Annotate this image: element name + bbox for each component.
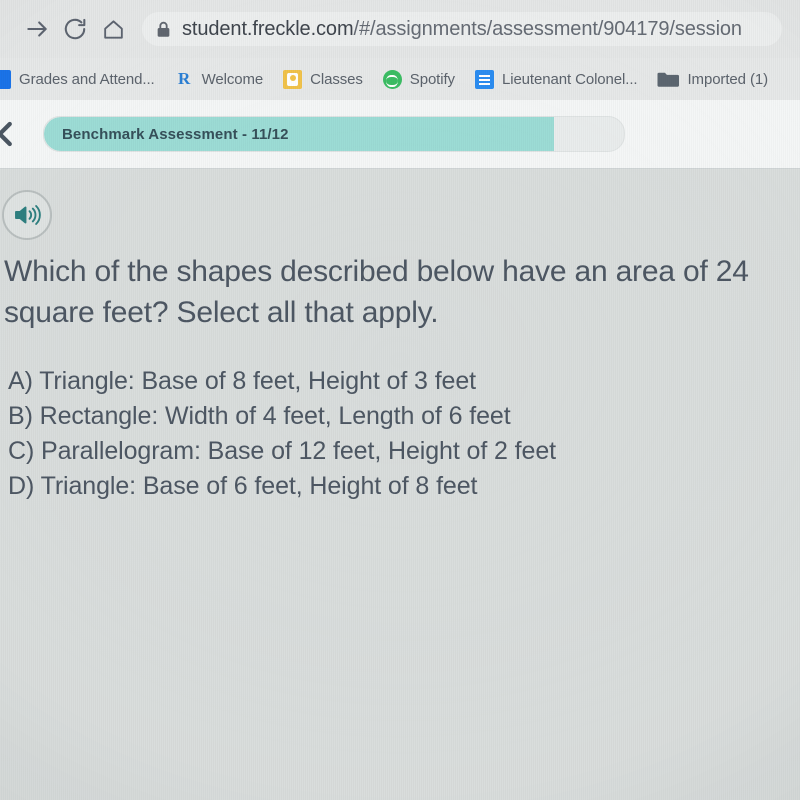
bookmark-label: Lieutenant Colonel... xyxy=(501,70,638,88)
address-bar[interactable]: student.freckle.com/#/assignments/assess… xyxy=(142,12,782,46)
spotify-favicon xyxy=(382,69,402,89)
back-chevron-icon[interactable] xyxy=(0,119,26,149)
browser-chrome: student.freckle.com/#/assignments/assess… xyxy=(0,0,800,58)
lock-icon xyxy=(156,21,171,38)
option-c: C) Parallelogram: Base of 12 feet, Heigh… xyxy=(8,437,556,465)
browser-toolbar: student.freckle.com/#/assignments/assess… xyxy=(0,0,800,58)
google-docs-favicon xyxy=(474,69,494,89)
grades-favicon xyxy=(0,69,11,89)
assessment-progress-bar: Benchmark Assessment - 11/12 xyxy=(43,116,625,152)
bookmark-label: Imported (1) xyxy=(687,70,768,88)
freckle-favicon: R xyxy=(177,69,191,88)
question-options: A) Triangle: Base of 8 feet, Height of 3… xyxy=(8,364,788,504)
screen: student.freckle.com/#/assignments/assess… xyxy=(0,0,800,800)
bookmark-spotify[interactable]: Spotify xyxy=(382,69,455,89)
assessment-header: Benchmark Assessment - 11/12 xyxy=(0,100,800,169)
bookmark-label: Welcome xyxy=(201,70,264,88)
bookmark-lieutenant-colonel[interactable]: Lieutenant Colonel... xyxy=(474,69,638,89)
url-text: student.freckle.com/#/assignments/assess… xyxy=(182,18,742,41)
classes-favicon xyxy=(283,69,303,89)
url-path: /#/assignments/assessment/904179/session xyxy=(353,17,743,40)
url-host: student.freckle.com xyxy=(182,17,354,40)
question-content: Which of the shapes described below have… xyxy=(0,169,800,800)
home-icon[interactable] xyxy=(94,10,132,48)
bookmark-welcome[interactable]: R Welcome xyxy=(175,69,264,89)
bookmarks-bar: Grades and Attend... R Welcome Classes S… xyxy=(0,58,800,101)
bookmark-label: Grades and Attend... xyxy=(19,70,155,88)
assessment-title: Benchmark Assessment - 11/12 xyxy=(62,125,289,143)
option-a: A) Triangle: Base of 8 feet, Height of 3… xyxy=(8,367,476,395)
reload-icon[interactable] xyxy=(56,10,94,48)
bookmark-imported-folder[interactable]: Imported (1) xyxy=(657,70,768,89)
bookmark-grades-and-attendance[interactable]: Grades and Attend... xyxy=(0,69,155,89)
bookmark-label: Classes xyxy=(310,70,363,88)
bookmark-label: Spotify xyxy=(409,70,455,88)
forward-arrow-icon[interactable] xyxy=(18,10,56,48)
option-b: B) Rectangle: Width of 4 feet, Length of… xyxy=(8,402,511,430)
bookmark-classes[interactable]: Classes xyxy=(283,69,363,89)
speaker-audio-icon[interactable] xyxy=(2,190,52,240)
option-d: D) Triangle: Base of 6 feet, Height of 8… xyxy=(8,472,478,500)
question-prompt: Which of the shapes described below have… xyxy=(4,255,749,329)
folder-icon xyxy=(657,70,680,89)
